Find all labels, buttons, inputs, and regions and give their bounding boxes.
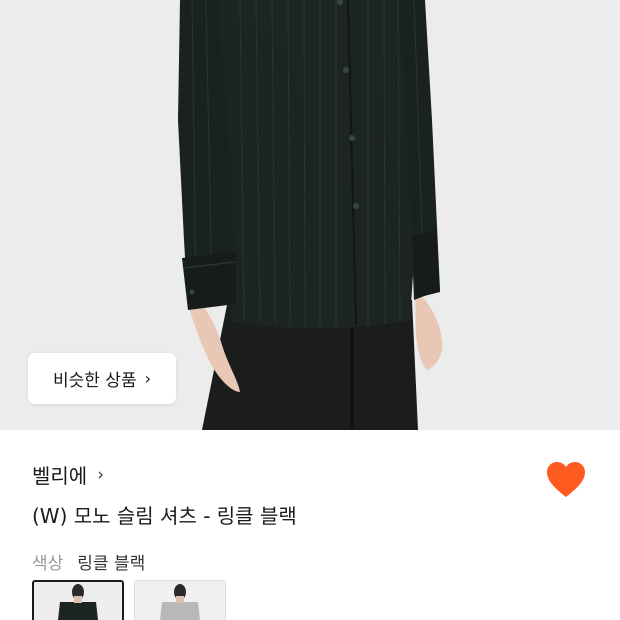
wishlist-button[interactable] — [545, 460, 587, 500]
brand-name: 벨리에 — [32, 464, 88, 488]
product-image[interactable]: 비슷한 상품 › — [0, 0, 620, 430]
heart-icon — [547, 462, 585, 497]
chevron-right-icon: › — [144, 368, 151, 388]
swatch-thumbnail — [135, 581, 225, 620]
product-title: (W) 모노 슬림 셔츠 - 링클 블랙 — [32, 504, 297, 528]
swatch-selected[interactable] — [32, 580, 124, 620]
similar-products-button[interactable]: 비슷한 상품 › — [28, 353, 176, 404]
chevron-right-icon: › — [97, 464, 105, 485]
color-swatches — [32, 580, 226, 620]
color-label: 색상 — [32, 554, 64, 574]
swatch-thumbnail — [34, 582, 122, 620]
color-option-row: 색상 링클 블랙 — [32, 549, 145, 574]
product-detail-page: 비슷한 상품 › 벨리에 › (W) 모노 슬림 셔츠 - 링클 블랙 색상 링… — [0, 0, 620, 620]
swatch-alternate[interactable] — [134, 580, 226, 620]
brand-link[interactable]: 벨리에 › — [32, 460, 104, 489]
similar-products-label: 비슷한 상품 — [52, 371, 137, 391]
color-value: 링클 블랙 — [77, 554, 146, 574]
